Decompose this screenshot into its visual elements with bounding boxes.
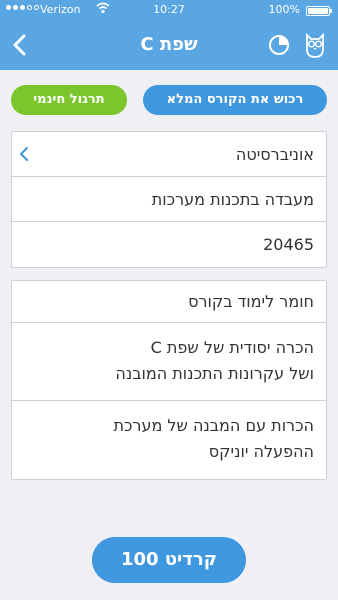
pie-chart-icon[interactable] (268, 34, 290, 56)
credit-button[interactable]: קרדיט 100 (92, 537, 246, 583)
buy-full-course-button[interactable]: רכוש את הקורס המלא (143, 85, 327, 115)
study-material-header: חומר לימוד בקורס (12, 281, 326, 323)
owl-icon[interactable] (302, 31, 328, 59)
free-practice-button[interactable]: תרגול חינמי (11, 85, 127, 115)
course-number: 20465 (263, 235, 314, 254)
study-material-card: חומר לימוד בקורס הכרה יסודית של שפת C וש… (11, 280, 327, 480)
status-bar: Verizon 10:27 100% (0, 0, 338, 20)
university-row[interactable]: אוניברסיטה (12, 132, 326, 177)
lab-row: מעבדה בתכנות מערכות (12, 177, 326, 222)
list-item: הכרה יסודית של שפת C ושל עקרונות התכנות … (12, 323, 326, 401)
course-info-card: אוניברסיטה מעבדה בתכנות מערכות 20465 (11, 131, 327, 268)
list-item-line: הכרות עם המבנה של מערכת (113, 416, 314, 435)
university-label: אוניברסיטה (235, 145, 314, 164)
study-material-title: חומר לימוד בקורס (188, 292, 314, 311)
course-number-row: 20465 (12, 222, 326, 267)
battery-icon (306, 6, 332, 16)
lab-label: מעבדה בתכנות מערכות (151, 190, 314, 209)
list-item: הכרות עם המבנה של מערכת ההפעלה יוניקס (12, 401, 326, 479)
nav-bar: שפת C (0, 20, 338, 70)
list-item-line: ההפעלה יוניקס (208, 442, 314, 461)
list-item-line: הכרה יסודית של שפת C (150, 338, 314, 357)
battery-percentage: 100% (268, 3, 300, 16)
chevron-left-icon (20, 147, 28, 161)
list-item-line: ושל עקרונות התכנות המובנה (115, 364, 314, 383)
